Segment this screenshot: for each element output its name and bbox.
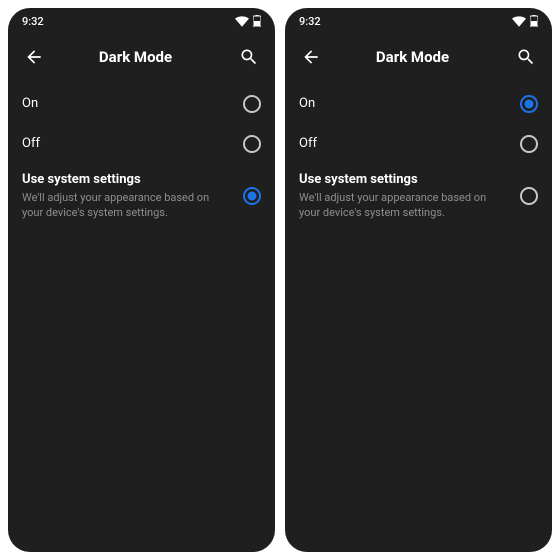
status-icons [235, 15, 261, 27]
phone-screen-left: 9:32 Dark Mode On Off Use system setting… [8, 8, 275, 552]
wifi-icon [235, 16, 249, 27]
option-on[interactable]: On [22, 84, 261, 124]
option-off-label: Off [22, 136, 233, 153]
search-icon [516, 47, 536, 67]
status-bar: 9:32 [285, 8, 552, 34]
page-title: Dark Mode [323, 48, 502, 66]
status-time: 9:32 [22, 15, 44, 28]
phone-screen-right: 9:32 Dark Mode On Off Use system setting… [285, 8, 552, 552]
option-system[interactable]: Use system settings We'll adjust your ap… [299, 164, 538, 229]
app-bar: Dark Mode [8, 34, 275, 80]
status-time: 9:32 [299, 15, 321, 28]
option-on[interactable]: On [299, 84, 538, 124]
option-system[interactable]: Use system settings We'll adjust your ap… [22, 164, 261, 229]
arrow-back-icon [301, 47, 321, 67]
search-button[interactable] [510, 41, 542, 73]
option-system-desc: We'll adjust your appearance based on yo… [299, 191, 499, 221]
wifi-icon [512, 16, 526, 27]
option-system-label: Use system settings [299, 172, 510, 189]
app-bar: Dark Mode [285, 34, 552, 80]
status-icons [512, 15, 538, 27]
option-system-label: Use system settings [22, 172, 233, 189]
radio-on[interactable] [520, 95, 538, 113]
radio-system[interactable] [243, 187, 261, 205]
battery-icon [253, 15, 261, 27]
options-list: On Off Use system settings We'll adjust … [8, 80, 275, 233]
option-on-label: On [22, 96, 233, 113]
option-off[interactable]: Off [299, 124, 538, 164]
option-on-label: On [299, 96, 510, 113]
status-bar: 9:32 [8, 8, 275, 34]
option-off-label: Off [299, 136, 510, 153]
search-button[interactable] [233, 41, 265, 73]
radio-off[interactable] [243, 135, 261, 153]
option-off[interactable]: Off [22, 124, 261, 164]
option-system-desc: We'll adjust your appearance based on yo… [22, 191, 222, 221]
options-list: On Off Use system settings We'll adjust … [285, 80, 552, 233]
radio-off[interactable] [520, 135, 538, 153]
radio-on[interactable] [243, 95, 261, 113]
radio-system[interactable] [520, 187, 538, 205]
search-icon [239, 47, 259, 67]
page-title: Dark Mode [46, 48, 225, 66]
arrow-back-icon [24, 47, 44, 67]
battery-icon [530, 15, 538, 27]
